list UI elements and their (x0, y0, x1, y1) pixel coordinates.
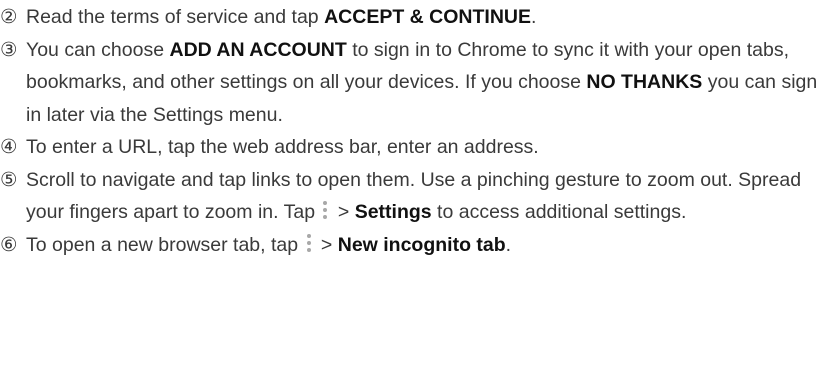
more-vert-icon (321, 200, 329, 220)
step-text: Read the terms of service and tap (26, 6, 325, 28)
step-number: ② (0, 6, 18, 28)
step-2: ② Read the terms of service and tap ACCEP… (0, 1, 824, 34)
instruction-document: ② Read the terms of service and tap ACCEP… (0, 0, 824, 261)
add-account-label: ADD AN ACCOUNT (169, 38, 347, 61)
no-thanks-label: NO THANKS (586, 71, 703, 93)
step-text: > (332, 201, 355, 223)
settings-label: Settings (354, 201, 432, 223)
step-text: > (315, 233, 338, 256)
step-4: ④ To enter a URL, tap the web address bar… (0, 131, 824, 164)
step-6: ⑥ To open a new browser tab, tap > New in… (0, 229, 824, 262)
new-incognito-tab-label: New incognito tab (337, 233, 506, 256)
step-text: . (531, 6, 537, 28)
more-vert-icon (305, 233, 313, 253)
step-number: ③ (0, 38, 18, 61)
step-text: To enter a URL, tap the web address bar,… (26, 136, 539, 158)
step-number: ④ (0, 136, 18, 158)
step-text: To open a new browser tab, tap (26, 233, 304, 256)
step-3: ③ You can choose ADD AN ACCOUNT to sign i… (0, 34, 824, 132)
step-5: ⑤ Scroll to navigate and tap links to ope… (0, 164, 824, 229)
step-number: ⑥ (0, 233, 18, 256)
step-text: You can choose (26, 38, 170, 61)
step-number: ⑤ (0, 168, 18, 191)
accept-continue-label: ACCEPT & CONTINUE (324, 6, 531, 28)
step-text: to access additional settings. (431, 201, 687, 223)
step-text: . (505, 233, 512, 256)
